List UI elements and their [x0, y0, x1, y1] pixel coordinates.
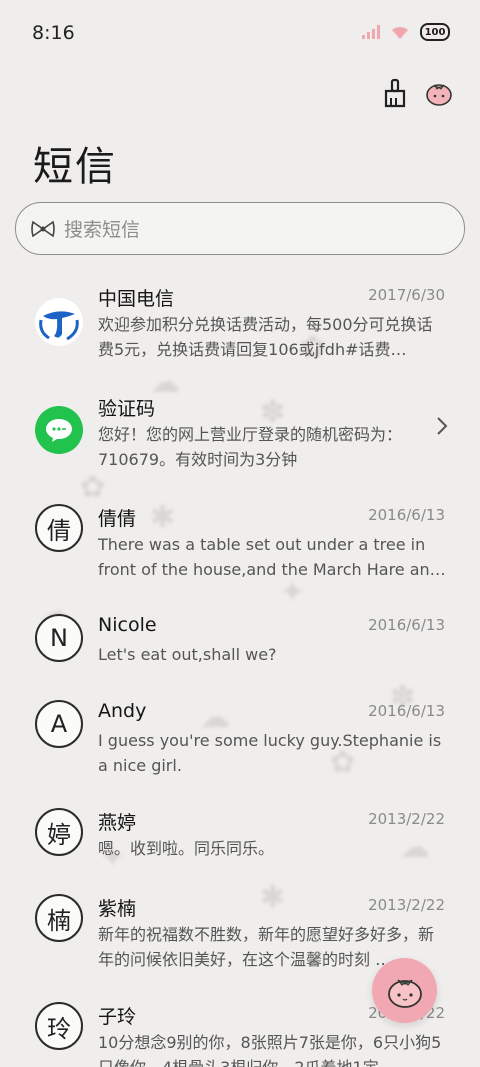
contact-name: 倩倩 [98, 508, 137, 530]
top-actions [380, 76, 454, 110]
list-item[interactable]: 验证码 您好！您的网上营业厅登录的随机密码为：710679。有效时间为3分钟 [0, 394, 480, 484]
status-icons: 100 [362, 23, 450, 41]
message-date: 2016/6/13 [368, 616, 445, 634]
message-preview: I guess you're some lucky guy.Stephanie … [98, 731, 442, 775]
broom-icon[interactable] [380, 76, 410, 110]
compose-button[interactable] [372, 958, 437, 1023]
avatar: 倩 [35, 504, 83, 552]
avatar: 婷 [35, 808, 83, 856]
search-bar[interactable]: 搜索短信 [15, 202, 465, 255]
avatar-initial: A [50, 710, 68, 738]
avatar-initial: N [50, 624, 68, 652]
contact-name: 子玲 [98, 1006, 137, 1028]
contact-name: 燕婷 [98, 812, 137, 834]
message-preview: Let's eat out,shall we? [98, 645, 277, 664]
list-item[interactable]: 倩 倩倩 2016/6/13 There was a table set out… [0, 504, 480, 594]
message-date: 2013/2/22 [368, 896, 445, 914]
message-preview: 嗯。收到啦。同乐同乐。 [98, 839, 275, 858]
tomato-icon[interactable] [424, 76, 454, 110]
list-item[interactable]: A Andy 2016/6/13 I guess you're some luc… [0, 700, 480, 790]
avatar-initial: 玲 [47, 1014, 71, 1043]
signal-icon [362, 25, 380, 39]
page-title: 短信 [33, 144, 117, 190]
contact-name: Nicole [98, 614, 157, 636]
contact-name: 验证码 [98, 398, 156, 420]
wifi-icon [392, 26, 408, 39]
message-preview: 您好！您的网上营业厅登录的随机密码为：710679。有效时间为3分钟 [98, 425, 403, 469]
list-item[interactable]: 中国电信 2017/6/30 欢迎参加积分兑换话费活动，每500分可兑换话费5元… [0, 284, 480, 374]
avatar-initial: 婷 [47, 820, 71, 849]
sms-icon [35, 406, 83, 454]
status-bar: 8:16 100 [0, 0, 480, 66]
message-date: 2013/2/22 [368, 810, 445, 828]
china-telecom-logo-icon [35, 298, 83, 346]
battery-level: 100 [424, 26, 446, 38]
battery-icon: 100 [420, 23, 450, 41]
contact-name: 紫楠 [98, 898, 137, 920]
avatar: A [35, 700, 83, 748]
list-item[interactable]: N Nicole 2016/6/13 Let's eat out,shall w… [0, 614, 480, 684]
chevron-right-icon[interactable] [436, 416, 448, 436]
bow-icon [31, 220, 55, 237]
message-preview: 欢迎参加积分兑换话费活动，每500分可兑换话费5元，兑换话费请回复106或jfd… [98, 315, 433, 359]
avatar: N [35, 614, 83, 662]
tomato-icon [387, 978, 422, 1008]
message-preview: 10分想念9别的你，8张照片7张是你，6只小狗5只像你，4根骨头3根归你，2爪着… [98, 1033, 442, 1067]
avatar-initial: 倩 [47, 516, 71, 545]
message-date: 2017/6/30 [368, 286, 445, 304]
avatar-initial: 楠 [47, 906, 71, 935]
list-item[interactable]: 婷 燕婷 2013/2/22 嗯。收到啦。同乐同乐。 [0, 808, 480, 878]
avatar: 楠 [35, 894, 83, 942]
message-preview: There was a table set out under a tree i… [98, 535, 446, 579]
message-date: 2016/6/13 [368, 506, 445, 524]
contact-name: 中国电信 [98, 288, 175, 310]
search-placeholder: 搜索短信 [64, 219, 141, 241]
contact-name: Andy [98, 700, 147, 722]
message-date: 2016/6/13 [368, 702, 445, 720]
status-time: 8:16 [32, 22, 75, 44]
avatar: 玲 [35, 1002, 83, 1050]
